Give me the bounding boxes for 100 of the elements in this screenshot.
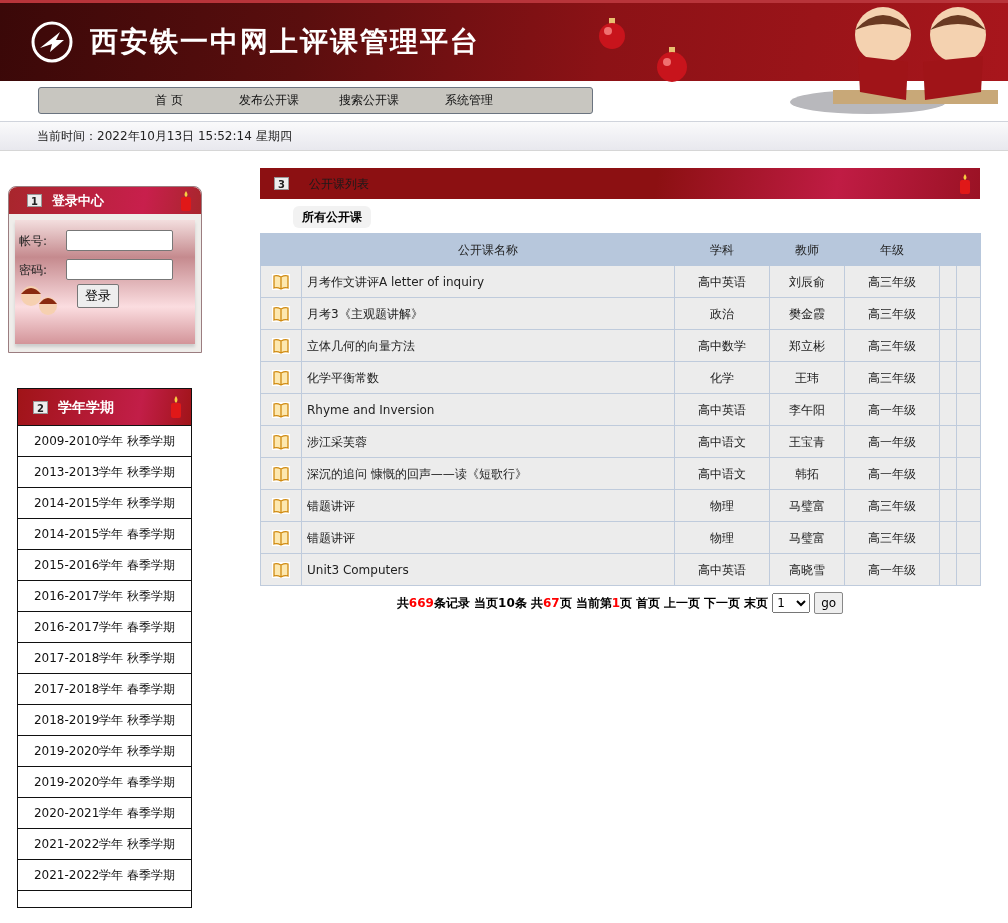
term-link[interactable]: 2014-2015学年 春季学期 bbox=[18, 519, 191, 550]
table-cell: 高中数学 bbox=[674, 329, 770, 362]
course-link[interactable]: 错题讲评 bbox=[301, 521, 675, 554]
course-link[interactable]: 月考3《主观题讲解》 bbox=[301, 297, 675, 330]
term-link[interactable]: 2016-2017学年 春季学期 bbox=[18, 612, 191, 643]
table-cell: 高中语文 bbox=[674, 425, 770, 458]
table-cell: 高三年级 bbox=[844, 521, 940, 554]
pager-link[interactable]: 首页 bbox=[636, 594, 661, 612]
term-link[interactable]: 2021-2022学年 秋季学期 bbox=[18, 829, 191, 860]
term-link[interactable]: 2009-2010学年 秋季学期 bbox=[18, 426, 191, 457]
column-header: 学科 bbox=[674, 233, 770, 266]
table-cell: 高三年级 bbox=[844, 329, 940, 362]
nav-link[interactable]: 搜索公开课 bbox=[319, 88, 419, 113]
list-tab[interactable]: 所有公开课 bbox=[293, 206, 371, 228]
book-icon bbox=[272, 370, 290, 386]
course-link[interactable]: 错题讲评 bbox=[301, 489, 675, 522]
section-number: 3 bbox=[274, 177, 289, 190]
table-cell: 物理 bbox=[674, 489, 770, 522]
course-link[interactable]: 立体几何的向量方法 bbox=[301, 329, 675, 362]
pager-link[interactable]: 下一页 bbox=[704, 594, 741, 612]
table-cell: 樊金霞 bbox=[769, 297, 845, 330]
panel-title: 公开课列表 bbox=[309, 175, 369, 193]
column-header: 公开课名称 bbox=[301, 233, 675, 266]
panel-title: 登录中心 bbox=[52, 191, 104, 210]
table-cell: 高中语文 bbox=[674, 457, 770, 490]
table-cell: 高一年级 bbox=[844, 553, 940, 586]
section-number: 1 bbox=[27, 194, 42, 207]
table-cell: 刘辰俞 bbox=[769, 265, 845, 298]
term-link[interactable]: 2016-2017学年 秋季学期 bbox=[18, 581, 191, 612]
current-time: 当前时间：2022年10月13日 15:52:14 星期四 bbox=[37, 129, 292, 143]
candle-icon bbox=[179, 190, 193, 211]
term-link[interactable]: 2019-2020学年 秋季学期 bbox=[18, 736, 191, 767]
term-link[interactable]: 2017-2018学年 秋季学期 bbox=[18, 643, 191, 674]
table-cell: 王宝青 bbox=[769, 425, 845, 458]
book-icon bbox=[272, 434, 290, 450]
table-cell: 郑立彬 bbox=[769, 329, 845, 362]
record-summary: 共669条记录 当页10条 共67页 当前第1页 bbox=[396, 595, 633, 612]
table-cell: 高中英语 bbox=[674, 393, 770, 426]
column-header: 年级 bbox=[844, 233, 940, 266]
term-link[interactable]: 2018-2019学年 秋季学期 bbox=[18, 705, 191, 736]
table-cell: 高晓雪 bbox=[769, 553, 845, 586]
term-link[interactable]: 2013-2013学年 秋季学期 bbox=[18, 457, 191, 488]
password-field[interactable] bbox=[66, 259, 173, 280]
site-title: 西安铁一中网上评课管理平台 bbox=[90, 24, 480, 60]
nav-link[interactable]: 发布公开课 bbox=[219, 88, 319, 113]
go-button[interactable]: go bbox=[814, 592, 844, 614]
password-label: 密码: bbox=[19, 261, 49, 279]
table-cell: 高一年级 bbox=[844, 393, 940, 426]
nav-link[interactable]: 系统管理 bbox=[419, 88, 519, 113]
table-cell: 王玮 bbox=[769, 361, 845, 394]
book-icon bbox=[272, 562, 290, 578]
panel-title: 学年学期 bbox=[58, 397, 114, 417]
term-link[interactable]: 2014-2015学年 秋季学期 bbox=[18, 488, 191, 519]
table-cell: 高中英语 bbox=[674, 265, 770, 298]
term-link[interactable]: 2017-2018学年 春季学期 bbox=[18, 674, 191, 705]
course-link[interactable]: 化学平衡常数 bbox=[301, 361, 675, 394]
section-number: 2 bbox=[33, 400, 48, 414]
table-cell: 李午阳 bbox=[769, 393, 845, 426]
course-link[interactable]: Rhyme and Inversion bbox=[301, 393, 675, 426]
table-cell: 高中英语 bbox=[674, 553, 770, 586]
course-link[interactable]: 深沉的追问 慷慨的回声——读《短歌行》 bbox=[301, 457, 675, 490]
table-cell: 高三年级 bbox=[844, 265, 940, 298]
candle-icon bbox=[169, 396, 183, 418]
table-cell: 高三年级 bbox=[844, 489, 940, 522]
course-link[interactable]: Unit3 Computers bbox=[301, 553, 675, 586]
account-label: 帐号: bbox=[19, 232, 49, 250]
term-link[interactable]: 2021-2022学年 春季学期 bbox=[18, 860, 191, 891]
column-header: 教师 bbox=[769, 233, 845, 266]
page-select[interactable]: 1 bbox=[772, 593, 811, 613]
table-cell: 化学 bbox=[674, 361, 770, 394]
term-link[interactable]: 2019-2020学年 春季学期 bbox=[18, 767, 191, 798]
table-cell: 韩拓 bbox=[769, 457, 845, 490]
table-cell: 马璧富 bbox=[769, 489, 845, 522]
table-cell: 高三年级 bbox=[844, 297, 940, 330]
book-icon bbox=[272, 402, 290, 418]
nav-link[interactable]: 首 页 bbox=[119, 88, 219, 113]
book-icon bbox=[272, 338, 290, 354]
pager-link[interactable]: 上一页 bbox=[664, 594, 701, 612]
book-icon bbox=[272, 530, 290, 546]
term-link[interactable]: 2015-2016学年 春季学期 bbox=[18, 550, 191, 581]
table-cell: 马璧富 bbox=[769, 521, 845, 554]
table-cell: 高三年级 bbox=[844, 361, 940, 394]
login-button[interactable]: 登录 bbox=[77, 284, 119, 308]
book-icon bbox=[272, 466, 290, 482]
table-cell: 高一年级 bbox=[844, 457, 940, 490]
table-cell: 物理 bbox=[674, 521, 770, 554]
ornament-icon bbox=[598, 16, 626, 52]
term-link[interactable]: 2020-2021学年 春季学期 bbox=[18, 798, 191, 829]
book-icon bbox=[272, 274, 290, 290]
table-cell: 高一年级 bbox=[844, 425, 940, 458]
course-link[interactable]: 涉江采芙蓉 bbox=[301, 425, 675, 458]
table-cell: 政治 bbox=[674, 297, 770, 330]
account-field[interactable] bbox=[66, 230, 173, 251]
pager-link[interactable]: 末页 bbox=[744, 594, 769, 612]
logo-icon bbox=[30, 20, 74, 64]
candle-icon bbox=[958, 173, 972, 194]
book-icon bbox=[272, 306, 290, 322]
book-icon bbox=[272, 498, 290, 514]
ornament-icon bbox=[656, 45, 688, 83]
course-link[interactable]: 月考作文讲评A letter of inquiry bbox=[301, 265, 675, 298]
